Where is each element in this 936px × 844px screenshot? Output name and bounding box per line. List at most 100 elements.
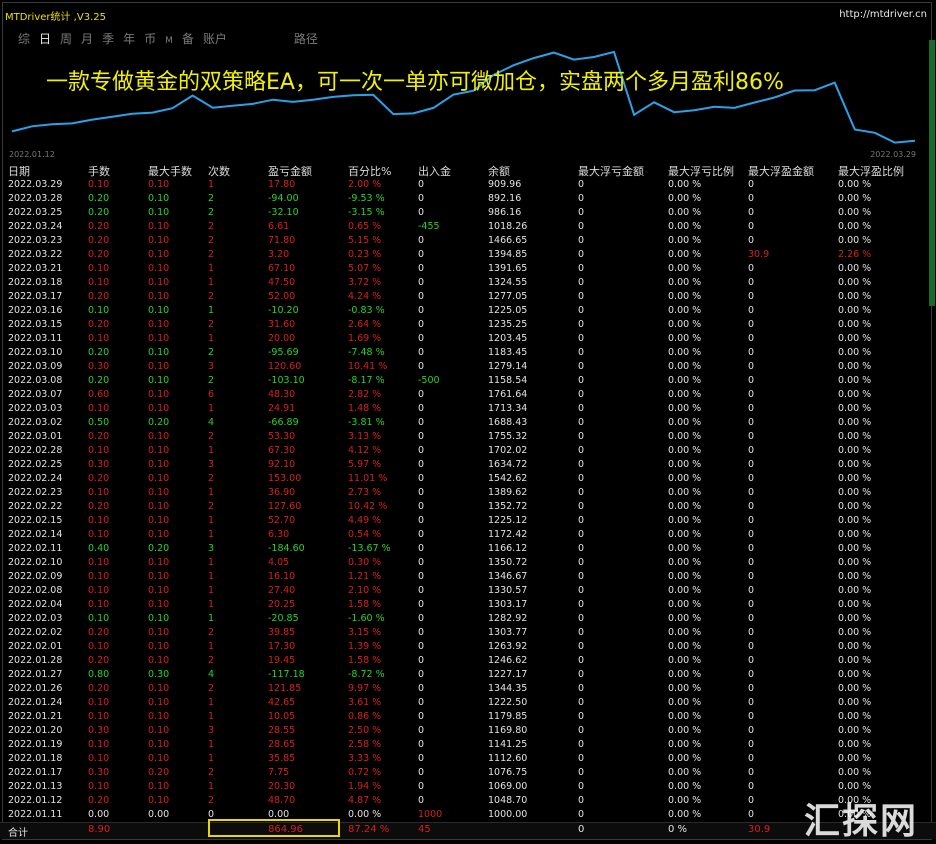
- table-row[interactable]: 2022.02.14 0.10 0.10 1 6.30 0.54 % 0 1172.42 0 0.…: [0, 528, 936, 542]
- table-cell: 3: [208, 725, 215, 736]
- tab-1[interactable]: 日: [39, 30, 51, 47]
- table-cell: 2022.02.24: [8, 473, 63, 484]
- tab-8[interactable]: 备: [182, 30, 194, 47]
- table-cell: 0.10: [148, 459, 170, 470]
- table-row[interactable]: 2022.02.09 0.10 0.10 1 16.10 1.21 % 0 1346.67 0 0…: [0, 570, 936, 584]
- table-cell: 0.10: [148, 291, 170, 302]
- table-row[interactable]: 2022.01.20 0.30 0.10 3 28.55 2.50 % 0 1169.80 0 0…: [0, 724, 936, 738]
- table-cell: 0: [578, 389, 585, 400]
- table-row[interactable]: 2022.01.19 0.10 0.10 1 28.65 2.58 % 0 1141.25 0 0…: [0, 738, 936, 752]
- promo-headline: 一款专做黄金的双策略EA，可一次一单亦可微加仓，实盘两个多月盈利86%: [46, 70, 784, 95]
- table-row[interactable]: 2022.02.24 0.20 0.10 2 153.00 11.01 % 0 1542.62…: [0, 472, 936, 486]
- table-row[interactable]: 2022.02.03 0.10 0.10 1 -20.85 -1.60 % 0 1282.92…: [0, 612, 936, 626]
- tab-5[interactable]: 年: [123, 30, 135, 47]
- table-cell: 1324.55: [488, 277, 528, 288]
- table-cell: 0: [418, 683, 425, 694]
- table-cell: 0.00 %: [838, 347, 872, 358]
- table-cell: 0: [748, 683, 755, 694]
- table-cell: 1166.12: [488, 543, 528, 554]
- column-header: 百分比%: [348, 165, 392, 178]
- table-row[interactable]: 2022.02.28 0.10 0.10 1 67.30 4.12 % 0 1702.02 0 0…: [0, 444, 936, 458]
- table-row[interactable]: 2022.02.22 0.20 0.10 2 127.60 10.42 % 0 1352.72…: [0, 500, 936, 514]
- table-cell: 52.70: [268, 515, 296, 526]
- table-cell: 3: [208, 361, 215, 372]
- table-cell: 0: [578, 627, 585, 638]
- table-row[interactable]: 2022.02.25 0.30 0.10 3 92.10 5.97 % 0 1634.72 0 0…: [0, 458, 936, 472]
- table-row[interactable]: 2022.01.11 0.00 0.00 0 0.00 0.00 % 1000 1000.00…: [0, 808, 936, 822]
- tab-3[interactable]: 月: [81, 30, 93, 47]
- table-row[interactable]: 2022.01.27 0.80 0.30 4 -117.18 -8.72 % 0 1227.1…: [0, 668, 936, 682]
- table-row[interactable]: 2022.01.17 0.30 0.20 2 7.75 0.72 % 0 1076.75 0 0.…: [0, 766, 936, 780]
- table-cell: 1303.17: [488, 599, 528, 610]
- table-row[interactable]: 2022.02.11 0.40 0.20 3 -184.60 -13.67 % 0 1166.…: [0, 542, 936, 556]
- table-cell: 0.00 %: [838, 571, 872, 582]
- table-row[interactable]: 2022.02.10 0.10 0.10 1 4.05 0.30 % 0 1350.72 0 0.…: [0, 556, 936, 570]
- table-cell: 0.10: [148, 375, 170, 386]
- total-cell: 0: [578, 824, 585, 835]
- table-cell: 1: [208, 613, 215, 624]
- table-row[interactable]: 2022.03.10 0.20 0.10 2 -95.69 -7.48 % 0 1183.45…: [0, 346, 936, 360]
- table-row[interactable]: 2022.02.04 0.10 0.10 1 20.25 1.58 % 0 1303.17 0 0…: [0, 598, 936, 612]
- table-row[interactable]: 2022.01.24 0.10 0.10 1 42.65 3.61 % 0 1222.50 0 0…: [0, 696, 936, 710]
- table-row[interactable]: 2022.03.02 0.50 0.20 4 -66.89 -3.81 % 0 1688.43…: [0, 416, 936, 430]
- table-cell: 0: [578, 585, 585, 596]
- table-cell: 0: [748, 319, 755, 330]
- tab-7[interactable]: M: [165, 36, 173, 46]
- tab-4[interactable]: 季: [102, 30, 114, 47]
- table-row[interactable]: 2022.03.07 0.60 0.10 6 48.30 2.82 % 0 1761.64 0 0…: [0, 388, 936, 402]
- table-row[interactable]: 2022.03.09 0.30 0.10 3 120.60 10.41 % 0 1279.14…: [0, 360, 936, 374]
- table-cell: 6.61: [268, 221, 290, 232]
- table-row[interactable]: 2022.03.23 0.20 0.10 2 71.80 5.15 % 0 1466.65 0 0…: [0, 234, 936, 248]
- table-row[interactable]: 2022.01.12 0.20 0.10 2 48.70 4.87 % 0 1048.70 0 0…: [0, 794, 936, 808]
- table-cell: 1303.77: [488, 627, 528, 638]
- table-row[interactable]: 2022.03.29 0.10 0.10 1 17.80 2.00 % 0 909.96 0 0.…: [0, 178, 936, 192]
- table-cell: 2022.03.25: [8, 207, 63, 218]
- website-link[interactable]: http://mtdriver.cn: [839, 9, 927, 20]
- table-row[interactable]: 2022.03.28 0.20 0.10 2 -94.00 -9.53 % 0 892.16 0…: [0, 192, 936, 206]
- table-row[interactable]: 2022.03.25 0.20 0.10 2 -32.10 -3.15 % 0 986.16 0…: [0, 206, 936, 220]
- table-cell: 0.86 %: [348, 711, 382, 722]
- table-cell: 4.12 %: [348, 445, 382, 456]
- table-row[interactable]: 2022.03.08 0.20 0.10 2 -103.10 -8.17 % -500 115…: [0, 374, 936, 388]
- table-cell: 0.10: [148, 179, 170, 190]
- tab-10[interactable]: 路径: [294, 30, 318, 47]
- table-cell: 0: [418, 753, 425, 764]
- table-row[interactable]: 2022.01.26 0.20 0.10 2 121.85 9.97 % 0 1344.35 0…: [0, 682, 936, 696]
- tab-6[interactable]: 币: [144, 30, 156, 47]
- table-row[interactable]: 2022.02.23 0.10 0.10 1 36.90 2.73 % 0 1389.62 0 0…: [0, 486, 936, 500]
- table-cell: 0.00 %: [838, 459, 872, 470]
- table-cell: 1069.00: [488, 781, 528, 792]
- table-cell: 17.30: [268, 641, 296, 652]
- table-cell: 0.10: [88, 781, 110, 792]
- table-cell: 0.10: [148, 599, 170, 610]
- table-cell: 20.30: [268, 781, 296, 792]
- table-row[interactable]: 2022.03.24 0.20 0.10 2 6.61 0.65 % -455 1018.26…: [0, 220, 936, 234]
- table-row[interactable]: 2022.03.11 0.10 0.10 1 20.00 1.69 % 0 1203.45 0 0…: [0, 332, 936, 346]
- table-row[interactable]: 2022.01.13 0.10 0.10 1 20.30 1.94 % 0 1069.00 0 0…: [0, 780, 936, 794]
- table-cell: 0: [748, 375, 755, 386]
- table-row[interactable]: 2022.03.17 0.20 0.10 2 52.00 4.24 % 0 1277.05 0 0…: [0, 290, 936, 304]
- table-row[interactable]: 2022.02.01 0.10 0.10 1 17.30 1.39 % 0 1263.92 0 0…: [0, 640, 936, 654]
- table-row[interactable]: 2022.03.21 0.10 0.10 1 67.10 5.07 % 0 1391.65 0 0…: [0, 262, 936, 276]
- table-cell: 0: [578, 277, 585, 288]
- table-cell: 1: [208, 599, 215, 610]
- table-row[interactable]: 2022.03.15 0.20 0.10 2 31.60 2.64 % 0 1235.25 0 0…: [0, 318, 936, 332]
- table-row[interactable]: 2022.01.18 0.10 0.10 1 35.85 3.33 % 0 1112.60 0 0…: [0, 752, 936, 766]
- table-row[interactable]: 2022.01.21 0.10 0.10 1 10.05 0.86 % 0 1179.85 0 0…: [0, 710, 936, 724]
- tab-9[interactable]: 账户: [203, 30, 227, 47]
- table-row[interactable]: 2022.02.15 0.10 0.10 1 52.70 4.49 % 0 1225.12 0 0…: [0, 514, 936, 528]
- table-cell: 0: [748, 417, 755, 428]
- table-row[interactable]: 2022.02.08 0.10 0.10 1 27.40 2.10 % 0 1330.57 0 0…: [0, 584, 936, 598]
- table-cell: 1179.85: [488, 711, 528, 722]
- table-row[interactable]: 2022.03.18 0.10 0.10 1 47.50 3.72 % 0 1324.55 0 0…: [0, 276, 936, 290]
- table-row[interactable]: 2022.03.22 0.20 0.10 2 3.20 0.23 % 0 1394.85 0 0.…: [0, 248, 936, 262]
- table-cell: 0: [748, 781, 755, 792]
- table-row[interactable]: 2022.03.16 0.10 0.10 1 -10.20 -0.83 % 0 1225.05…: [0, 304, 936, 318]
- table-row[interactable]: 2022.03.01 0.20 0.10 2 53.30 3.13 % 0 1755.32 0 0…: [0, 430, 936, 444]
- table-row[interactable]: 2022.03.03 0.10 0.10 1 24.91 1.48 % 0 1713.34 0 0…: [0, 402, 936, 416]
- table-row[interactable]: 2022.02.02 0.20 0.10 2 39.85 3.15 % 0 1303.77 0 0…: [0, 626, 936, 640]
- table-cell: 0.00 %: [838, 221, 872, 232]
- tab-2[interactable]: 周: [60, 30, 72, 47]
- table-row[interactable]: 2022.01.28 0.20 0.10 2 19.45 1.58 % 0 1246.62 0 0…: [0, 654, 936, 668]
- tab-0[interactable]: 综: [18, 30, 30, 47]
